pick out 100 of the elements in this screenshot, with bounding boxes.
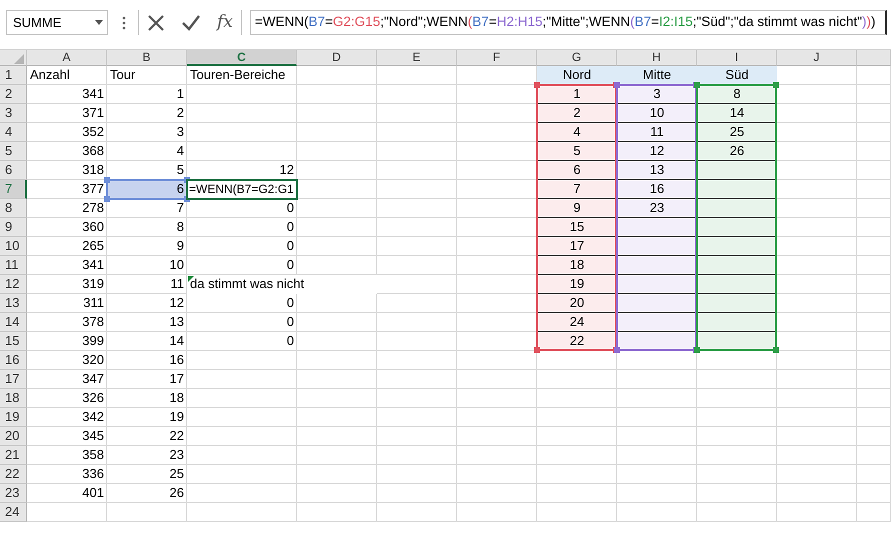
row-header[interactable]: 22 [0,465,27,484]
row-header[interactable]: 7 [0,180,27,199]
table-cell-text: 1 [176,85,185,103]
row-header[interactable]: 5 [0,142,27,161]
row-header[interactable]: 13 [0,294,27,313]
table-cell: 23 [617,199,697,218]
table-cell: 19 [537,275,617,294]
column-header[interactable]: J [777,50,857,66]
table-cell-text: 278 [81,199,105,217]
table-cell-text: 265 [81,237,105,255]
row-header[interactable]: 1 [0,66,27,85]
column-header[interactable]: I [697,50,777,66]
row-header[interactable]: 9 [0,218,27,237]
table-cell-text: 352 [81,123,105,141]
name-box[interactable]: SUMME [6,10,108,35]
table-cell: 16 [617,180,697,199]
column-header[interactable]: B [107,50,187,66]
table-cell-text: 318 [81,161,105,179]
row-header[interactable]: 8 [0,199,27,218]
table-cell-text: 5 [176,161,185,179]
row-header[interactable]: 23 [0,484,27,503]
row-header[interactable]: 10 [0,237,27,256]
table-cell-text: 11 [170,275,185,293]
name-box-value: SUMME [13,14,62,32]
row-header[interactable]: 24 [0,503,27,522]
select-all-icon [14,54,24,64]
table-cell-text: 320 [81,351,105,369]
table-cell: 22 [537,332,617,351]
row-header[interactable]: 6 [0,161,27,180]
row-header[interactable]: 20 [0,427,27,446]
table-cell-text: 2 [176,104,185,122]
table-cell-text: 401 [81,484,105,502]
table-cell-text: 22 [168,427,185,445]
formula-field[interactable]: =WENN(B7=G2:G15;"Nord";WENN(B7=H2:H15;"Mitte";WENN(B7=I2:I15;"Süd";"da stimmt was nicht"))) [250,10,887,35]
table-cell: 20 [537,294,617,313]
column-header[interactable]: D [297,50,377,66]
row-header[interactable]: 2 [0,85,27,104]
table-cell: Nord [537,66,617,85]
table-cell: 9 [537,199,617,218]
table-cell-text: 12 [168,294,185,312]
table-cell: Süd [697,66,777,85]
column-header[interactable]: A [27,50,107,66]
table-cell-text: 8 [176,218,185,236]
table-cell-text: 7 [176,199,185,217]
row-header[interactable]: 3 [0,104,27,123]
row-header[interactable]: 18 [0,389,27,408]
table-cell-text: 399 [81,332,105,350]
table-cell: 24 [537,313,617,332]
column-header[interactable]: F [457,50,537,66]
cancel-icon[interactable] [147,14,165,32]
table-cell-text: Touren-Bereiche [189,66,286,84]
row-header[interactable]: 16 [0,351,27,370]
table-cell-text: 358 [81,446,105,464]
table-cell-text: 360 [81,218,105,236]
table-cell-text: 368 [81,142,105,160]
table-cell: 5 [537,142,617,161]
table-cell: 3 [617,85,697,104]
row-header[interactable]: 21 [0,446,27,465]
table-cell-text: Anzahl [29,66,71,84]
table-cell: Mitte [617,66,697,85]
table-cell: 14 [697,104,777,123]
row-header[interactable]: 15 [0,332,27,351]
column-header[interactable]: C [187,50,297,66]
row-header[interactable]: 14 [0,313,27,332]
table-cell-text: 371 [81,104,105,122]
table-cell-text: 0 [286,294,295,312]
column-header[interactable]: H [617,50,697,66]
table-cell-text: 0 [286,332,295,350]
table-cell: 6 [537,161,617,180]
table-cell-text: 25 [168,465,185,483]
insert-function-button[interactable]: fx [217,10,233,36]
table-cell: 8 [697,85,777,104]
table-cell-text: 377 [81,180,105,198]
table-cell-text: 378 [81,313,105,331]
row-header[interactable]: 4 [0,123,27,142]
table-cell-text: 0 [286,199,295,217]
table-cell: 7 [537,180,617,199]
table-cell-text: 336 [81,465,105,483]
table-cell-text: 311 [82,294,105,312]
table-cell-text: 347 [81,370,105,388]
table-cell: 10 [617,104,697,123]
table-cell-text: Tour [109,66,136,84]
column-header[interactable]: E [377,50,457,66]
row-header[interactable]: 19 [0,408,27,427]
table-cell-text: 4 [176,142,185,160]
table-cell: 12 [617,142,697,161]
table-cell-text: 23 [168,446,185,464]
table-cell-text: 0 [286,256,295,274]
column-header[interactable]: G [537,50,617,66]
table-cell: 13 [617,161,697,180]
row-header[interactable]: 12 [0,275,27,294]
dropdown-caret-icon[interactable] [95,20,103,25]
row-header[interactable]: 17 [0,370,27,389]
cell-editor[interactable]: =WENN(B7=G2:G1 [187,180,297,199]
row-header[interactable]: 11 [0,256,27,275]
enter-icon[interactable] [181,14,201,32]
table-cell-text: 3 [176,123,185,141]
more-options-icon[interactable] [122,16,126,30]
table-cell-text: 14 [168,332,185,350]
table-cell: 1 [537,85,617,104]
